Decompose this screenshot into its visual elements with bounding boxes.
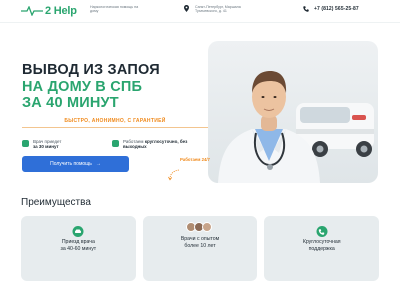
feature-item-arrival: Врач приедет за 30 минут [22, 139, 93, 150]
advantage-card-support: Круглосуточная поддержка [264, 216, 380, 281]
pulse-logo-icon [21, 6, 43, 16]
feature-arrival-label: Врач приедет [33, 139, 62, 144]
doctors-avatars [186, 222, 212, 232]
address-text: Санкт-Петербург, Маршала Тухачевского, д… [195, 5, 241, 14]
get-help-button[interactable]: Получить помощь → [22, 156, 129, 172]
calendar-icon [112, 140, 119, 147]
curved-arrow-icon [168, 169, 180, 181]
get-help-label: Получить помощь [50, 161, 92, 167]
tagline: Наркологическая помощь на дому [90, 5, 139, 14]
phone-icon [316, 226, 328, 237]
advantages-title: Преимущества [21, 197, 91, 208]
phone-icon [303, 6, 309, 12]
hero-title-line1: ВЫВОД ИЗ ЗАПОЯ [22, 62, 160, 78]
hero-title-line2: НА ДОМУ В СПБ [22, 78, 143, 95]
logo[interactable]: 2 Help [21, 5, 77, 17]
doctor-illustration [218, 71, 374, 183]
advantage-arrival-line1: Приезд врача [61, 239, 95, 245]
doctor-avatar [202, 222, 212, 232]
feature-arrival-bold: за 30 минут [33, 144, 59, 150]
advantage-doctors-line1: Врачи с опытом [180, 236, 220, 242]
hero-title-line3: ЗА 40 МИНУТ [22, 95, 119, 111]
guarantee-text: БЫСТРО, АНОНИМНО, С ГАРАНТИЕЙ [22, 118, 208, 128]
work-247-label: Работаем 24/7 [180, 157, 210, 162]
advantage-doctors-line2: более 10 лет [184, 242, 216, 249]
phone-number: +7 (812) 565-25-87 [314, 6, 359, 12]
arrow-right-icon: → [95, 161, 101, 167]
car-icon [72, 226, 84, 237]
logo-text: 2 Help [45, 5, 77, 17]
advantage-support-line1: Круглосуточная [302, 239, 341, 245]
location-pin-icon [184, 5, 189, 12]
hero-title: ВЫВОД ИЗ ЗАПОЯ НА ДОМУ В СПБ ЗА 40 МИНУТ [22, 62, 160, 112]
advantage-arrival-line2: за 40-60 минут [60, 245, 97, 252]
advantage-card-doctors: Врачи с опытом более 10 лет [142, 216, 258, 281]
stopwatch-icon [22, 140, 29, 147]
phone-link[interactable]: +7 (812) 565-25-87 [303, 6, 359, 12]
advantage-card-arrival: Приезд врача за 40-60 минут [21, 216, 136, 281]
advantages-cards: Приезд врача за 40-60 минут Врачи с опыт… [21, 216, 380, 281]
site-header: 2 Help Наркологическая помощь на дому Са… [0, 0, 400, 22]
doctor-photo [208, 41, 378, 183]
address-block: Санкт-Петербург, Маршала Тухачевского, д… [184, 5, 255, 14]
feature-schedule-label: Работаем [123, 139, 144, 144]
feature-item-schedule: Работаем круглосуточно, без выходных [112, 139, 193, 150]
advantage-support-line2: поддержка [308, 245, 335, 252]
